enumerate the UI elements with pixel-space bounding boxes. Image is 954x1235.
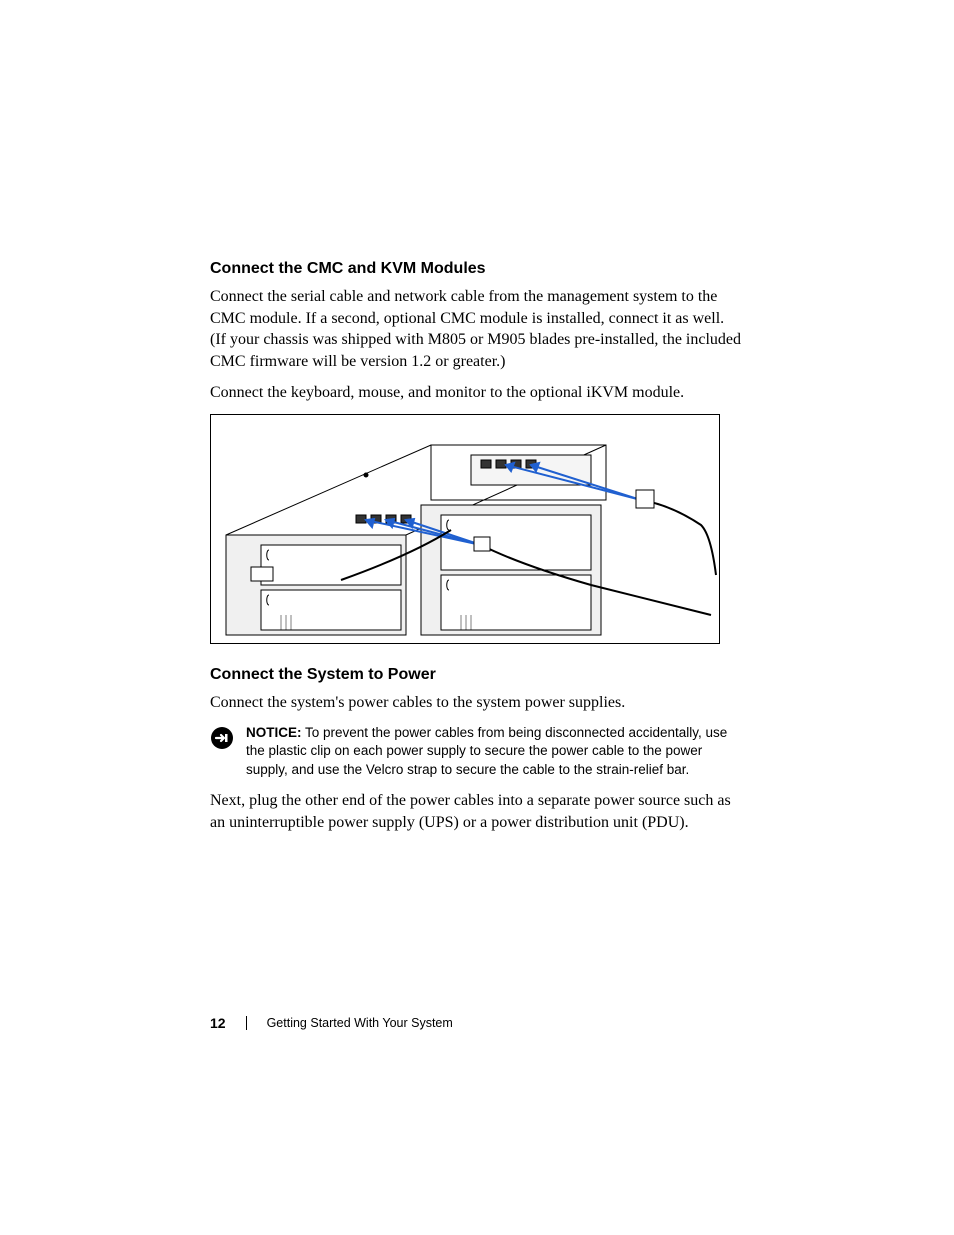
footer-title: Getting Started With Your System xyxy=(267,1016,453,1030)
section-heading-power: Connect the System to Power xyxy=(210,666,744,684)
footer-separator xyxy=(246,1016,247,1030)
notice-body: To prevent the power cables from being d… xyxy=(246,725,727,778)
document-page: Connect the CMC and KVM Modules Connect … xyxy=(0,0,954,833)
notice-text: NOTICE: To prevent the power cables from… xyxy=(246,724,744,781)
notice-arrow-icon xyxy=(210,726,234,750)
paragraph-power-connect: Connect the system's power cables to the… xyxy=(210,692,744,714)
figure-module-connections xyxy=(210,414,720,644)
paragraph-ikvm-connect: Connect the keyboard, mouse, and monitor… xyxy=(210,382,744,404)
notice-label: NOTICE: xyxy=(246,725,302,740)
notice-block: NOTICE: To prevent the power cables from… xyxy=(210,724,744,781)
section-heading-cmc-kvm: Connect the CMC and KVM Modules xyxy=(210,260,744,278)
paragraph-cmc-connect: Connect the serial cable and network cab… xyxy=(210,286,744,372)
paragraph-power-source: Next, plug the other end of the power ca… xyxy=(210,790,744,833)
page-footer: 12 Getting Started With Your System xyxy=(210,1015,453,1031)
page-number: 12 xyxy=(210,1015,226,1031)
